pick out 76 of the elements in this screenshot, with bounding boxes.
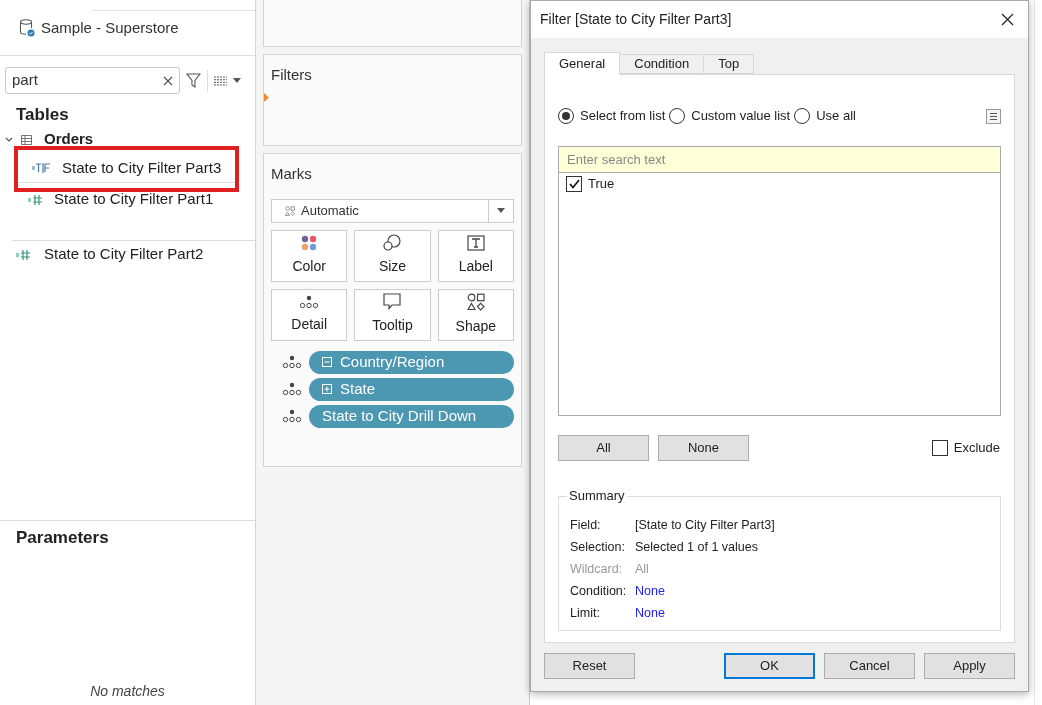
filters-shelf: Filters xyxy=(263,54,522,146)
radio-label[interactable]: Use all xyxy=(816,106,856,126)
collapse-icon[interactable] xyxy=(322,357,332,367)
dialog-tab[interactable]: General xyxy=(544,52,621,75)
detail-dots-icon xyxy=(282,355,302,369)
dialog-button[interactable]: Apply xyxy=(924,653,1015,679)
table-name[interactable]: Orders xyxy=(44,128,94,151)
search-field[interactable]: Enter search text xyxy=(559,147,1000,173)
detail-dots-icon xyxy=(282,409,302,423)
list-select-button[interactable]: All xyxy=(558,435,649,461)
shapes-icon xyxy=(285,205,295,216)
summary-value: Selected 1 of 1 values xyxy=(635,539,758,555)
summary-link[interactable]: None xyxy=(635,583,665,599)
caret-icon[interactable] xyxy=(233,78,241,83)
mark-property-button[interactable]: Tooltip xyxy=(354,288,431,341)
filter-icon[interactable] xyxy=(186,73,202,88)
exclude-label[interactable]: Exclude xyxy=(953,438,1000,458)
mark-property-button[interactable]: Detail xyxy=(271,288,348,341)
color-dots-icon xyxy=(301,234,318,251)
shapes-icon xyxy=(466,292,485,311)
text-label-icon xyxy=(466,234,485,251)
detail-dots-icon xyxy=(299,294,320,309)
dialog-title: Filter [State to City Filter Part3] xyxy=(540,10,732,29)
radio-label[interactable]: Select from list xyxy=(580,106,666,126)
summary-label: Wildcard: xyxy=(570,561,624,577)
caret-icon xyxy=(497,208,505,213)
radio-label[interactable]: Custom value list xyxy=(691,106,791,126)
dialog-button[interactable]: OK xyxy=(724,653,815,679)
value-label[interactable]: True xyxy=(588,174,615,194)
mark-type-dropdown[interactable]: Automatic xyxy=(271,198,514,223)
radio-button[interactable] xyxy=(669,108,686,124)
chevron-down-icon[interactable] xyxy=(5,136,13,143)
summary-label: Condition: xyxy=(570,583,628,599)
search-field[interactable]: part xyxy=(5,67,181,94)
summary-label: Limit: xyxy=(570,605,601,621)
field-item[interactable]: State to City Filter Part1 xyxy=(14,185,239,214)
number-field-icon xyxy=(28,194,44,205)
list-select-button[interactable]: None xyxy=(658,435,749,461)
field-item[interactable]: State to City Filter Part2 xyxy=(0,240,255,269)
database-icon xyxy=(19,19,35,37)
data-source-name[interactable]: Sample - Superstore xyxy=(41,16,179,40)
tables-heading: Tables xyxy=(15,104,70,126)
mark-property-button[interactable]: Size xyxy=(354,229,431,282)
radio-button[interactable] xyxy=(794,108,811,124)
dialog-button[interactable]: Reset xyxy=(544,653,635,679)
mark-property-button[interactable]: Label xyxy=(437,229,514,282)
drop-marker-icon xyxy=(264,92,269,102)
list-view-icon[interactable] xyxy=(214,75,228,86)
summary-label: Selection: xyxy=(570,539,626,555)
mark-property-button[interactable]: Shape xyxy=(437,288,514,341)
table-icon xyxy=(21,134,32,145)
number-field-icon xyxy=(16,249,32,260)
mark-property-button[interactable]: Color xyxy=(271,229,348,282)
dialog-tab[interactable]: Top xyxy=(703,54,755,74)
menu-icon[interactable] xyxy=(986,108,1001,124)
size-circles-icon xyxy=(383,234,402,251)
field-item[interactable]: State to City Filter Part3 xyxy=(18,154,235,183)
dialog-tab[interactable]: Condition xyxy=(619,54,705,74)
radio-button[interactable] xyxy=(558,108,574,124)
parameters-heading: Parameters xyxy=(16,527,110,549)
summary-value: [State to City Filter Part3] xyxy=(635,517,775,533)
expand-icon[interactable] xyxy=(322,384,332,394)
summary-link[interactable]: None xyxy=(635,605,665,621)
summary-label: Field: xyxy=(570,517,602,533)
close-icon[interactable] xyxy=(1001,13,1014,26)
summary-title: Summary xyxy=(567,488,627,504)
empty-message: No matches xyxy=(90,682,166,701)
speech-bubble-icon xyxy=(383,293,402,310)
detail-dots-icon xyxy=(282,382,302,396)
summary-value: All xyxy=(635,561,649,577)
boolean-field-icon xyxy=(32,163,52,173)
checkbox[interactable] xyxy=(566,176,582,192)
marks-card: Marks Automatic Color Size Label Detail Tooltip Shape Country/Region State State to City Drill Down xyxy=(263,153,522,467)
clear-icon[interactable] xyxy=(163,75,174,86)
dialog-button[interactable]: Cancel xyxy=(824,653,915,679)
checkbox[interactable] xyxy=(931,440,948,456)
